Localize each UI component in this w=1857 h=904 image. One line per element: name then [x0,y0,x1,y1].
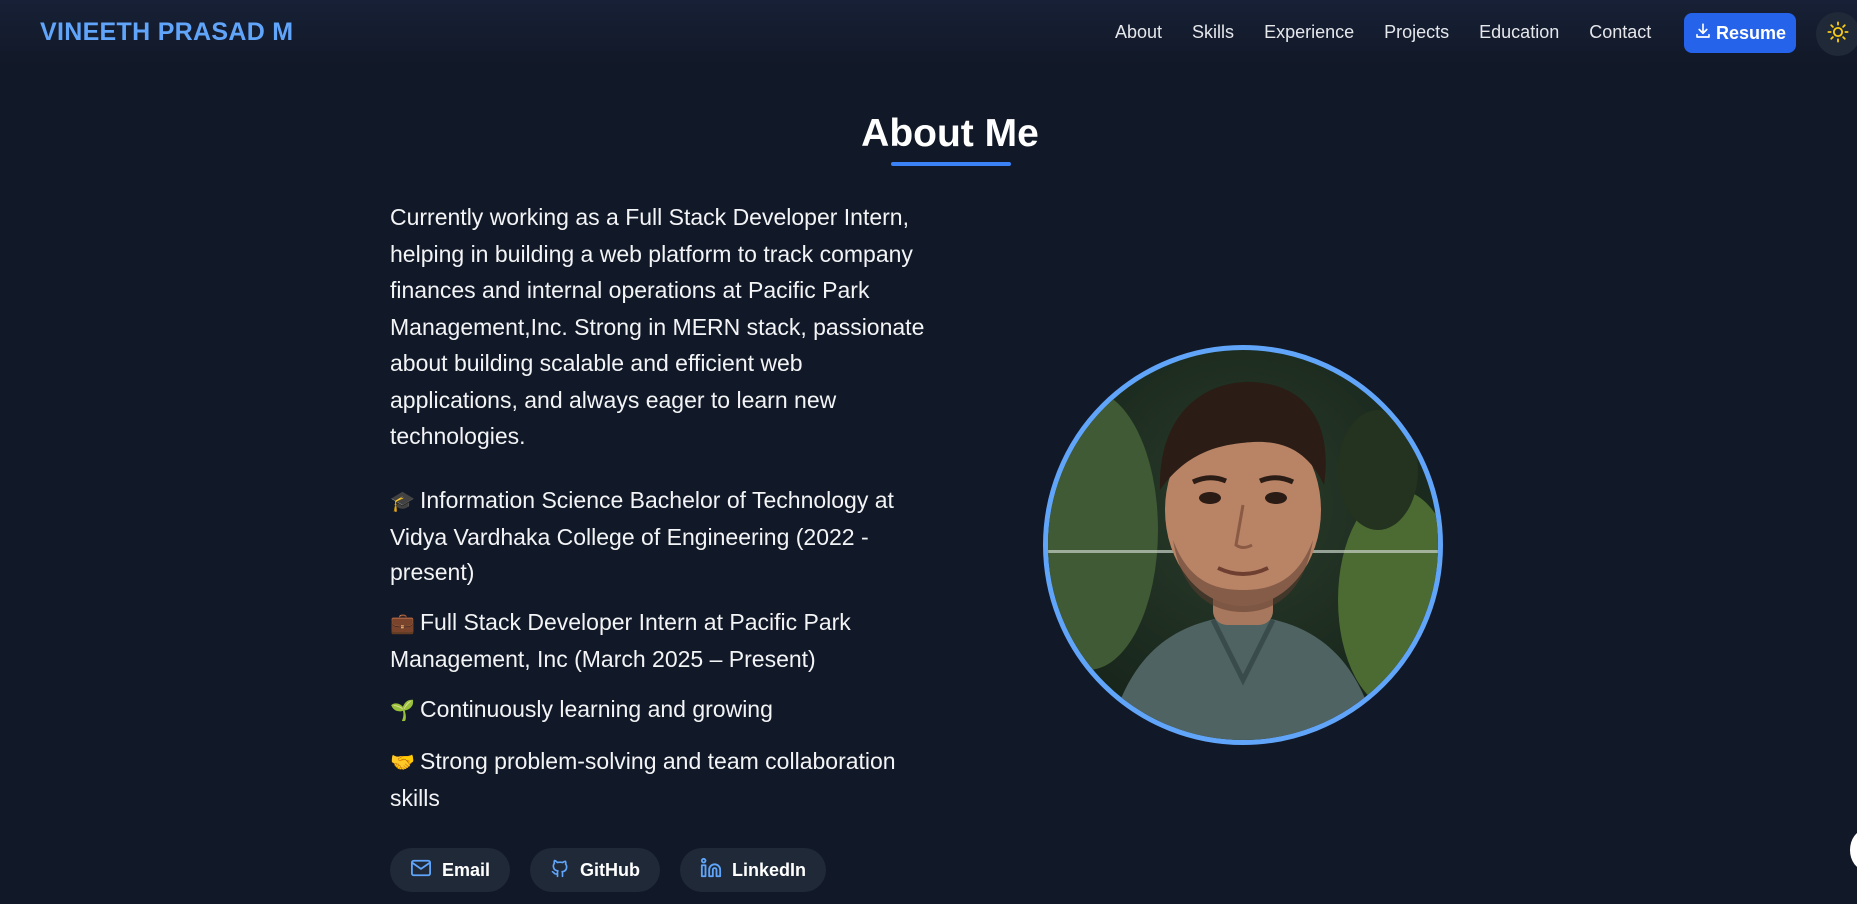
resume-button[interactable]: Resume [1684,13,1796,53]
fact-teamwork: 🤝 Strong problem-solving and team collabo… [390,744,930,816]
nav-projects[interactable]: Projects [1384,22,1449,43]
floating-edge-button[interactable] [1850,830,1857,870]
email-label: Email [442,859,491,880]
fact-text: Strong problem-solving and team collabor… [390,748,896,811]
download-icon [1694,22,1712,45]
seedling-icon: 🌱 [390,700,415,722]
brand-logo[interactable]: VINEETH PRASAD M [40,18,293,47]
nav-contact[interactable]: Contact [1589,22,1651,43]
graduation-cap-icon: 🎓 [390,491,415,513]
navbar: VINEETH PRASAD M About Skills Experience… [0,0,1857,68]
section-title: About Me [861,112,1039,155]
github-icon [550,857,570,884]
nav-education[interactable]: Education [1479,22,1559,43]
title-underline [891,162,1011,166]
resume-label: Resume [1715,22,1787,43]
nav-experience[interactable]: Experience [1264,22,1354,43]
theme-toggle-button[interactable] [1816,12,1857,56]
mail-icon [410,858,432,883]
email-button[interactable]: Email [390,848,511,892]
facts-list: 🎓 Information Science Bachelor of Technol… [390,483,930,831]
profile-photo [1043,345,1443,745]
nav-skills[interactable]: Skills [1192,22,1234,43]
intro-paragraph: Currently working as a Full Stack Develo… [390,204,925,449]
github-button[interactable]: GitHub [530,848,661,892]
fact-text: Full Stack Developer Intern at Pacific P… [390,609,851,672]
fact-text: Continuously learning and growing [420,696,773,722]
github-label: GitHub [580,859,641,880]
nav-about[interactable]: About [1115,22,1162,43]
fact-education: 🎓 Information Science Bachelor of Technol… [390,483,930,590]
sun-icon [1827,20,1849,48]
briefcase-icon: 💼 [390,613,415,635]
fact-learning: 🌱 Continuously learning and growing [390,692,930,729]
linkedin-icon [700,857,722,884]
fact-text: Information Science Bachelor of Technolo… [390,487,894,585]
fact-internship: 💼 Full Stack Developer Intern at Pacific … [390,605,930,677]
contact-links: Email GitHub LinkedIn [390,848,827,892]
linkedin-label: LinkedIn [732,859,807,880]
nav-links: About Skills Experience Projects Educati… [1115,22,1681,43]
handshake-icon: 🤝 [390,752,415,774]
linkedin-button[interactable]: LinkedIn [680,848,827,892]
